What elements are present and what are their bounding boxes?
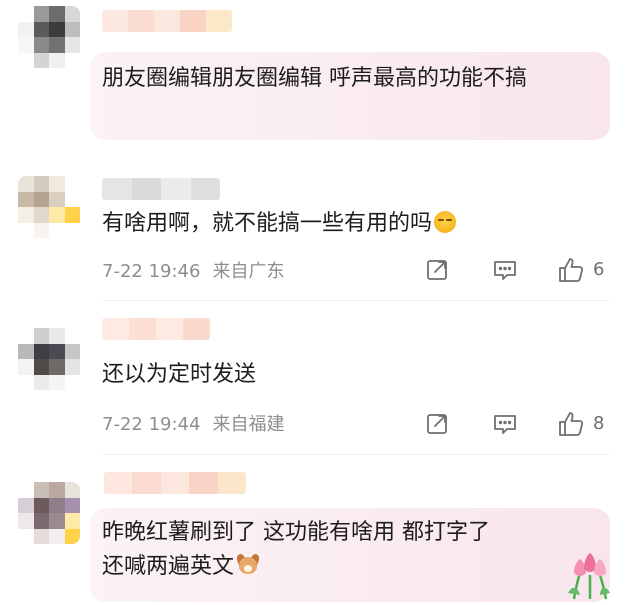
comment-text: 有啥用啊，就不能搞一些有用的吗 [102, 211, 433, 236]
comment-date: 7-22 19:46 [102, 261, 201, 282]
like-count: 8 [593, 413, 605, 434]
avatar[interactable] [18, 176, 80, 238]
comment-icon [494, 415, 516, 434]
like-button[interactable]: 6 [557, 256, 604, 284]
comment-icon [494, 261, 516, 280]
comment-text-line-1: 昨晚红薯刷到了 这功能有啥用 都打字了 [102, 520, 490, 545]
share-button[interactable] [425, 258, 449, 282]
comment-body: 还以为定时发送 [102, 358, 256, 392]
comment-bubble: 昨晚红薯刷到了 这功能有啥用 都打字了 还喊两遍英文 [90, 508, 610, 602]
dog-face-emoji [235, 553, 261, 576]
username-blurred[interactable] [104, 472, 246, 494]
comment-meta: 7-22 19:44 来自福建 [102, 414, 284, 436]
comment-text: 朋友圈编辑朋友圈编辑 呼声最高的功能不搞 [102, 66, 527, 91]
comment-text-line-2-wrap: 还喊两遍英文 [102, 550, 594, 584]
tulip-sticker-icon [568, 553, 610, 600]
comment-text-line-2: 还喊两遍英文 [102, 554, 235, 579]
grinning-face-emoji [434, 211, 457, 233]
share-icon [427, 414, 447, 434]
divider [102, 300, 610, 301]
comment-meta: 7-22 19:46 来自广东 [102, 261, 284, 283]
comment-location: 来自广东 [212, 261, 285, 282]
comment-body: 有啥用啊，就不能搞一些有用的吗 [102, 207, 457, 241]
username-blurred[interactable] [102, 318, 210, 340]
comment-button[interactable] [492, 258, 518, 282]
comment-button[interactable] [492, 412, 518, 436]
comment-date: 7-22 19:44 [102, 414, 201, 435]
like-button[interactable]: 8 [557, 410, 604, 438]
like-count: 6 [593, 259, 605, 280]
share-button[interactable] [425, 412, 449, 436]
share-icon [427, 260, 447, 280]
like-icon [559, 258, 584, 282]
divider [102, 454, 610, 455]
comment-location: 来自福建 [212, 414, 285, 435]
avatar[interactable] [18, 482, 80, 544]
comment-text: 还以为定时发送 [102, 362, 257, 387]
username-blurred[interactable] [102, 178, 220, 200]
avatar[interactable] [18, 328, 80, 390]
comment-bubble: 朋友圈编辑朋友圈编辑 呼声最高的功能不搞 [90, 52, 610, 140]
username-blurred[interactable] [102, 10, 232, 32]
like-icon [559, 412, 584, 436]
avatar[interactable] [18, 6, 80, 68]
